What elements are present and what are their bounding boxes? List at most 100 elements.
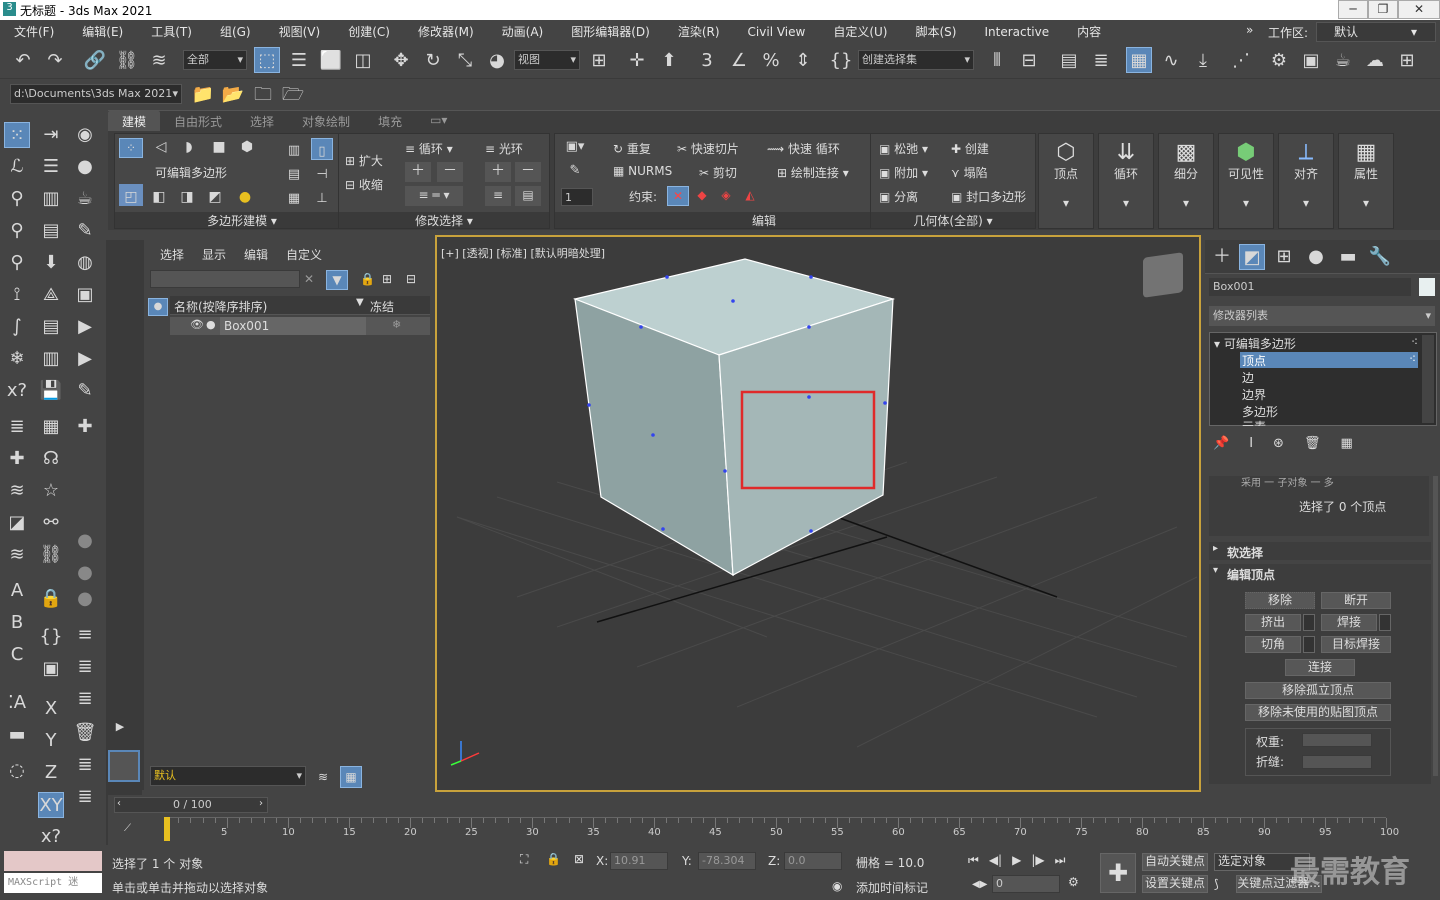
minimize-button[interactable]: ─ bbox=[1338, 0, 1368, 19]
select-all-icon[interactable]: ⁙ bbox=[4, 122, 30, 148]
add-layer-icon[interactable]: ✚ bbox=[4, 446, 30, 472]
nurms-button[interactable]: ▦ NURMS bbox=[613, 164, 672, 178]
ring-mode-b-icon[interactable]: ▤ bbox=[515, 186, 541, 206]
lock-icon[interactable]: 🔒 bbox=[360, 272, 375, 286]
grow-ring-icon[interactable]: ＋ bbox=[485, 162, 511, 182]
ring-mode-a-icon[interactable]: ≡ bbox=[485, 186, 511, 206]
brush-icon[interactable]: ✎ bbox=[72, 218, 98, 244]
remove-modifier-icon[interactable]: 🗑 bbox=[1304, 436, 1321, 451]
document-icon[interactable]: ▥ bbox=[38, 346, 64, 372]
use-stack-icon[interactable]: ◩ bbox=[203, 184, 227, 206]
film-icon[interactable]: ▶ bbox=[72, 346, 98, 372]
element-mode-icon[interactable]: ⬢ bbox=[235, 138, 259, 158]
next-frame-icon[interactable]: › bbox=[259, 798, 263, 809]
x-field[interactable]: 10.91 bbox=[610, 852, 668, 870]
render-dot-icon[interactable]: ● bbox=[206, 318, 216, 331]
grow-loop-icon[interactable]: ＋ bbox=[405, 162, 431, 182]
align-icon[interactable]: ⊟ bbox=[1016, 48, 1042, 74]
paint-select-icon[interactable]: ⚲ bbox=[4, 218, 30, 244]
play-icon[interactable]: ▶ bbox=[1012, 853, 1021, 868]
project-path-select[interactable]: d:\Documents\3ds Max 2021 ▾ bbox=[10, 84, 182, 104]
remove-button[interactable]: 移除 bbox=[1245, 592, 1315, 609]
plus-icon[interactable]: ✚ bbox=[72, 414, 98, 440]
select-object-icon[interactable]: ⬚ bbox=[254, 47, 280, 73]
edit-named-sel-icon[interactable]: {} bbox=[828, 48, 854, 74]
chevron-right-icon[interactable]: » bbox=[1246, 23, 1253, 37]
repeat-button[interactable]: ↻ 重复 bbox=[613, 140, 651, 157]
manage-icon[interactable]: ⟁ bbox=[38, 282, 64, 308]
ribbon-options-icon[interactable]: ▭▾ bbox=[416, 111, 461, 131]
filter-geometry-icon[interactable]: ● bbox=[148, 298, 168, 316]
show-end-result-icon[interactable]: Ⅰ bbox=[1249, 436, 1253, 451]
place-icon[interactable]: ◕ bbox=[484, 48, 510, 74]
modify-tab-icon[interactable]: ◩ bbox=[1239, 244, 1265, 270]
snowflake-icon[interactable]: ❄ bbox=[4, 346, 30, 372]
schematic-view-icon[interactable]: ⋰ bbox=[1228, 48, 1254, 74]
circle-c-icon[interactable]: ● bbox=[72, 586, 98, 612]
utilities-tab-icon[interactable]: 🔧 bbox=[1367, 244, 1393, 270]
render-icon[interactable]: ☕ bbox=[1330, 48, 1356, 74]
viewport-config-icon[interactable]: ◉ bbox=[72, 122, 98, 148]
layer-manager-icon[interactable]: ▦ bbox=[340, 766, 362, 788]
x-axis-icon[interactable]: X bbox=[38, 696, 64, 722]
ignore-backface-icon[interactable]: ● bbox=[233, 184, 257, 206]
menu-civil-view[interactable]: Civil View bbox=[748, 25, 806, 39]
table-row[interactable]: 👁 ● Box001 ❄ bbox=[170, 317, 430, 335]
dotted-circle-icon[interactable]: ◌ bbox=[4, 758, 30, 784]
chevron-down-icon[interactable]: ▾ bbox=[1213, 565, 1218, 576]
stack-item-vertex[interactable]: 顶点 ⁖ bbox=[1240, 352, 1418, 368]
paint-connect-button[interactable]: ⊞ 绘制连接 ▾ bbox=[777, 164, 849, 181]
xy-plane-icon[interactable]: XY bbox=[38, 792, 64, 818]
select-by-name-icon[interactable]: ☰ bbox=[286, 48, 312, 74]
constraint-none-icon[interactable]: ✕ bbox=[667, 186, 689, 206]
z-field[interactable]: 0.0 bbox=[784, 852, 842, 870]
tab-modeling[interactable]: 建模 bbox=[108, 111, 161, 131]
key-mode-icon[interactable]: ◀▶ bbox=[972, 879, 987, 890]
copy-icon[interactable]: ▤ bbox=[38, 314, 64, 340]
go-end-icon[interactable]: ⏭ bbox=[1055, 853, 1066, 868]
layer-explorer-icon[interactable]: ▤ bbox=[1056, 48, 1082, 74]
detach-button[interactable]: ▣ 分离 bbox=[879, 188, 918, 205]
soft-selection-rollout[interactable]: ▸ 软选择 bbox=[1209, 542, 1431, 560]
previous-mod-icon[interactable]: ▤ bbox=[283, 162, 305, 184]
toggle-end-result-icon[interactable]: ▯ bbox=[311, 138, 333, 160]
vertex-mode-icon[interactable]: ⁘ bbox=[119, 138, 143, 158]
weight-spinner[interactable] bbox=[1302, 733, 1372, 747]
menu-interactive[interactable]: Interactive bbox=[984, 25, 1049, 39]
star-icon[interactable]: ☆ bbox=[38, 478, 64, 504]
scene-tab-edit[interactable]: 编辑 bbox=[244, 246, 268, 263]
swiftloop-button[interactable]: ⟿ 快速 循环 bbox=[767, 140, 840, 157]
ribbon-toggle-icon[interactable]: ▦ bbox=[1126, 47, 1152, 73]
stack-item-element[interactable]: 元素 bbox=[1242, 418, 1266, 426]
tab-object-paint[interactable]: 对象绘制 bbox=[288, 111, 364, 131]
rotate-icon[interactable]: ↻ bbox=[420, 48, 446, 74]
time-config-icon[interactable]: ⚙ bbox=[1068, 875, 1079, 889]
cap-poly-button[interactable]: ▣ 封口多边形 bbox=[951, 188, 1026, 205]
chamfer-button[interactable]: 切角 bbox=[1245, 636, 1301, 653]
curve-icon[interactable]: ∫ bbox=[4, 314, 30, 340]
menu-edit[interactable]: 编辑(E) bbox=[82, 23, 123, 40]
tab-selection[interactable]: 选择 bbox=[236, 111, 288, 131]
braces-icon[interactable]: {} bbox=[38, 624, 64, 650]
stack-item-border[interactable]: 边界 bbox=[1242, 386, 1266, 402]
xyz-icon[interactable]: x? bbox=[4, 378, 30, 404]
maxscript-listener-top[interactable] bbox=[4, 851, 102, 871]
window-crossing-icon[interactable]: ◫ bbox=[350, 48, 376, 74]
circle-a-icon[interactable]: ● bbox=[72, 528, 98, 554]
collapse-stack-icon[interactable]: ▥ bbox=[283, 138, 305, 160]
stack-c-icon[interactable]: ≡ bbox=[72, 622, 98, 648]
create-button[interactable]: ✚ 创建 bbox=[951, 140, 989, 157]
prev-frame-icon[interactable]: ‹ bbox=[117, 798, 121, 809]
selection-lock-icon[interactable]: 🔒 bbox=[546, 852, 561, 866]
pin-stack-icon[interactable]: 📌 bbox=[1213, 436, 1229, 451]
mirror-icon[interactable]: ⫴ bbox=[984, 48, 1010, 74]
weld-settings-button[interactable] bbox=[1379, 614, 1391, 631]
auto-key-button[interactable]: 自动关键点 bbox=[1142, 853, 1208, 871]
curve-toggle-icon[interactable]: ⟋ bbox=[124, 823, 131, 834]
modifier-list-select[interactable]: 修改器列表 ▾ bbox=[1209, 306, 1435, 326]
keyboard-shortcut-icon[interactable]: ⬆ bbox=[656, 48, 682, 74]
ring-button[interactable]: ≡ 光环 bbox=[485, 140, 523, 157]
expand-panel-icon[interactable]: ▶ bbox=[110, 718, 130, 738]
isolate-icon[interactable]: ⛶ bbox=[520, 852, 528, 867]
make-unique-icon[interactable]: ⊛ bbox=[1273, 436, 1284, 451]
